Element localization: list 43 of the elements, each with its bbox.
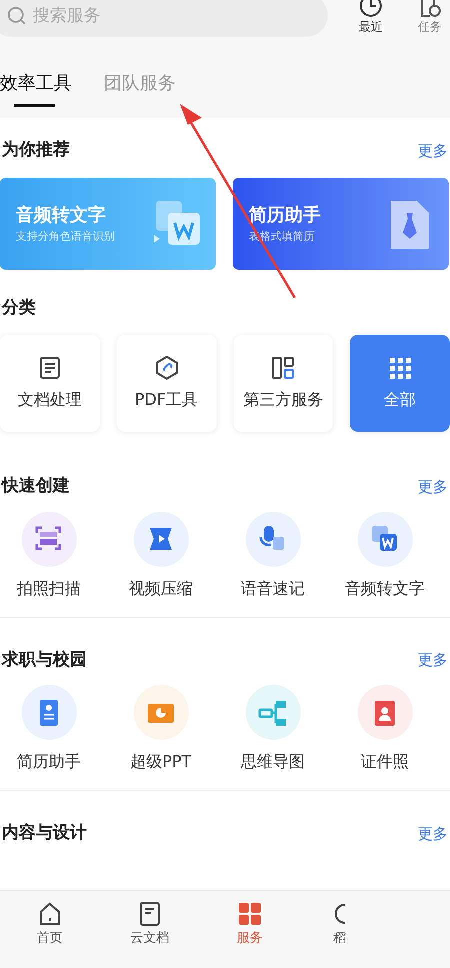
section-title: 内容与设计: [2, 822, 87, 845]
grid-icon: [388, 356, 412, 380]
section-title: 为你推荐: [2, 139, 70, 162]
grid-icon: [237, 901, 263, 927]
search-icon: [7, 6, 27, 26]
category-tile[interactable]: PDF工具: [116, 335, 216, 432]
audio-text-icon: [370, 524, 400, 554]
tab[interactable]: 效率工具: [0, 70, 72, 107]
category-tile[interactable]: 全部: [350, 335, 450, 432]
layout-icon: [271, 356, 296, 380]
service-label[interactable]: 证件照: [361, 750, 409, 774]
service-label[interactable]: 拍照扫描: [17, 576, 81, 600]
category-tile[interactable]: 文档处理: [0, 335, 100, 432]
tab-underline: [14, 104, 55, 107]
home-icon: [37, 901, 63, 927]
more-link[interactable]: 更多: [418, 476, 448, 498]
category-tile[interactable]: 第三方服务: [234, 335, 334, 432]
recent-label[interactable]: 最近: [359, 18, 383, 36]
service-label[interactable]: 语音速记: [241, 576, 305, 600]
nav-tab[interactable]: 稻: [320, 891, 360, 968]
service-label[interactable]: 简历助手: [17, 750, 81, 774]
more-link[interactable]: 更多: [418, 649, 448, 672]
nav-tab[interactable]: 首页: [0, 891, 100, 968]
nav-tab[interactable]: 服务: [200, 891, 300, 968]
search-field[interactable]: 搜索服务: [0, 0, 328, 37]
section-title: 分类: [2, 296, 36, 320]
document-icon: [137, 901, 163, 927]
more-link[interactable]: 更多: [418, 822, 448, 845]
section-title: 快速创建: [2, 475, 70, 498]
service-label[interactable]: 音频转文字: [345, 576, 425, 600]
more-link[interactable]: 更多: [418, 140, 448, 162]
service-label[interactable]: 超级PPT: [130, 750, 192, 774]
section-title: 求职与校园: [2, 648, 87, 672]
card-subtitle: 支持分角色语音识别: [16, 228, 115, 245]
task-icon: [418, 0, 442, 18]
card-title: 简历助手: [249, 204, 321, 228]
clock-icon: [359, 0, 383, 18]
service-label[interactable]: 思维导图: [241, 750, 305, 774]
document-icon: [38, 356, 62, 380]
hexagon-link-icon: [154, 356, 179, 380]
nav-tab[interactable]: 云文档: [100, 891, 200, 968]
card-title: 音频转文字: [16, 204, 107, 228]
service-label[interactable]: 视频压缩: [129, 576, 193, 600]
